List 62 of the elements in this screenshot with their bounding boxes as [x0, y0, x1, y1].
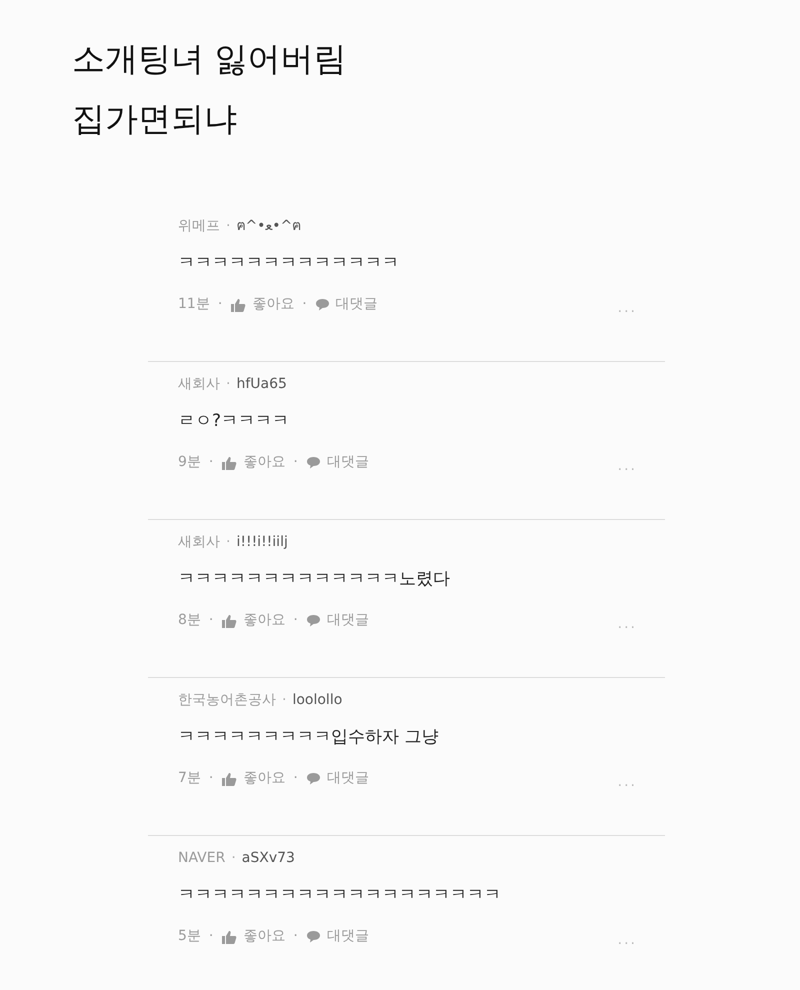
separator-dot: · [208, 769, 214, 788]
thumbs-up-icon [221, 930, 238, 944]
thumbs-up-icon [221, 456, 238, 470]
speech-bubble-icon [314, 298, 330, 311]
post-title: 집가면되냐 [72, 98, 237, 140]
nickname: hfUa65 [236, 375, 287, 394]
comment-time: 9분 [178, 453, 201, 472]
speech-bubble-icon [306, 772, 321, 785]
nickname: loolollo [292, 691, 342, 710]
comment-text: ㅋㅋㅋㅋㅋㅋㅋㅋㅋㅋㅋㅋㅋ [178, 252, 399, 275]
comment-text: ㅋㅋㅋㅋㅋㅋㅋㅋㅋㅋㅋㅋㅋ노렸다 [178, 568, 450, 591]
more-button[interactable]: ... [618, 298, 637, 319]
reply-button[interactable]: 대댓글 [306, 610, 369, 631]
company-name: 새회사 [178, 375, 220, 394]
more-button[interactable]: ... [618, 456, 637, 477]
separator-dot: · [293, 611, 298, 630]
comment-text: ㅋㅋㅋㅋㅋㅋㅋㅋㅋㅋㅋㅋㅋㅋㅋㅋㅋㅋㅋ [178, 884, 501, 907]
company-name: 위메프 [178, 217, 220, 236]
company-name: 한국농어촌공사 [178, 691, 276, 710]
separator-dot: · [218, 295, 222, 314]
reply-button[interactable]: 대댓글 [306, 926, 369, 947]
separator-dot: · [208, 453, 214, 472]
company-name: 새회사 [178, 533, 220, 552]
like-button[interactable]: 좋아요 [221, 452, 286, 473]
speech-bubble-icon [306, 614, 321, 627]
reply-button[interactable]: 대댓글 [314, 294, 378, 315]
speech-bubble-icon [306, 456, 321, 469]
thumbs-up-icon [230, 298, 246, 312]
separator-dot: · [226, 533, 230, 552]
separator-dot: · [226, 375, 230, 394]
nickname: i!!!i!!iilj [236, 533, 288, 552]
post-title: 소개팅녀 잃어버림 [72, 38, 346, 80]
separator-dot: · [282, 691, 286, 710]
like-button[interactable]: 좋아요 [221, 926, 286, 947]
comment-time: 11분 [178, 295, 210, 314]
more-button[interactable]: ... [618, 772, 637, 793]
separator-dot: · [302, 295, 307, 314]
thumbs-up-icon [221, 772, 238, 786]
separator-dot: · [226, 217, 230, 236]
speech-bubble-icon [306, 930, 321, 943]
comment-time: 8분 [178, 611, 201, 630]
nickname: aSXv73 [242, 849, 295, 868]
reply-button[interactable]: 대댓글 [306, 452, 369, 473]
comment-text: ㅋㅋㅋㅋㅋㅋㅋㅋㅋ입수하자 그냥 [178, 726, 438, 749]
separator-dot: · [231, 849, 236, 868]
nickname: ฅ^•ﻌ•^ฅ [236, 217, 302, 236]
separator-dot: · [208, 927, 214, 946]
separator-dot: · [293, 927, 298, 946]
reply-button[interactable]: 대댓글 [306, 768, 369, 789]
like-button[interactable]: 좋아요 [221, 610, 286, 631]
like-button[interactable]: 좋아요 [221, 768, 286, 789]
separator-dot: · [208, 611, 214, 630]
separator-dot: · [293, 769, 298, 788]
thumbs-up-icon [221, 614, 238, 628]
more-button[interactable]: ... [618, 614, 637, 635]
comment-time: 5분 [178, 927, 201, 946]
comment-text: ㄹㅇ?ㅋㅋㅋㅋ [178, 410, 290, 433]
comment-time: 7분 [178, 769, 201, 788]
more-button[interactable]: ... [618, 930, 637, 951]
like-button[interactable]: 좋아요 [230, 294, 294, 315]
separator-dot: · [293, 453, 298, 472]
company-name: NAVER [178, 849, 226, 868]
